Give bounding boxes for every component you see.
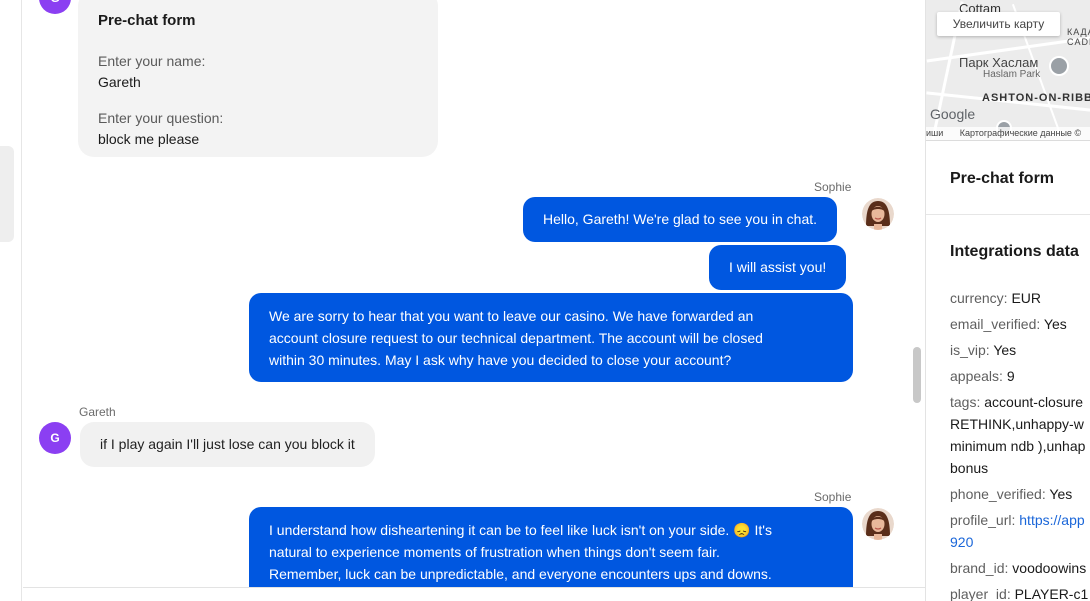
integration-tags: tags: account-closure RETHINK,unhappy-w … (950, 391, 1090, 479)
visitor-avatar: G (39, 0, 71, 14)
key: email_verified: (950, 316, 1041, 332)
prechat-title: Pre-chat form (98, 12, 196, 29)
visitor-avatar: G (39, 422, 71, 454)
map-widget[interactable]: Cottam Увеличить карту КАДА CADL Парк Ха… (926, 0, 1090, 141)
integration-profile-url: profile_url: https://app 920 (950, 509, 1090, 553)
key: player_id: (950, 586, 1011, 601)
question-label: Enter your question: (98, 110, 224, 126)
integration-currency: currency: EUR (950, 287, 1090, 309)
name-value: Gareth (98, 74, 141, 90)
key: profile_url: (950, 512, 1016, 528)
agent-message: I will assist you! (709, 245, 847, 290)
value: voodoowins (1012, 560, 1087, 576)
map-label: Haslam Park (983, 69, 1041, 80)
map-attribution: иши Картографические данные © (926, 127, 1090, 140)
left-rail (0, 0, 22, 601)
value-line: bonus (950, 460, 989, 476)
prechat-form-card: Pre-chat form Enter your name: Gareth En… (78, 0, 438, 157)
key: is_vip: (950, 342, 990, 358)
visitor-message: if I play again I'll just lose can you b… (80, 422, 375, 467)
value-line: RETHINK,unhappy-w (950, 416, 1084, 432)
agent-message: Hello, Gareth! We're glad to see you in … (523, 197, 838, 242)
message-line: natural to experience moments of frustra… (269, 544, 720, 560)
agent-name: Sophie (814, 490, 852, 504)
integrations-title[interactable]: Integrations data (950, 243, 1079, 261)
profile-link[interactable]: 920 (950, 534, 973, 550)
message-text: if I play again I'll just lose can you b… (100, 436, 355, 452)
enlarge-map-button[interactable]: Увеличить карту (937, 12, 1060, 36)
question-value: block me please (98, 131, 200, 147)
integration-is-vip: is_vip: Yes (950, 339, 1090, 361)
message-line: We are sorry to hear that you want to le… (269, 308, 754, 324)
map-attribution-left: иши (926, 128, 944, 138)
agent-name: Sophie (814, 180, 852, 194)
profile-link[interactable]: https://app (1019, 512, 1084, 528)
map-label: Парк Хаслам (959, 55, 1039, 70)
value: EUR (1011, 290, 1042, 306)
message-line: I understand how disheartening it can be… (269, 522, 772, 538)
agent-avatar (862, 508, 894, 540)
integration-phone-verified: phone_verified: Yes (950, 483, 1090, 505)
value: Yes (1049, 486, 1073, 502)
message-text: Hello, Gareth! We're glad to see you in … (543, 211, 818, 227)
value-line: minimum ndb ),unhap (950, 438, 1086, 454)
value: account-closure (984, 394, 1084, 410)
message-line: account closure request to our technical… (269, 330, 763, 346)
collapse-handle[interactable] (0, 146, 14, 242)
map-attribution-right[interactable]: Картографические данные © (960, 128, 1081, 138)
integration-brand-id: brand_id: voodoowins (950, 557, 1090, 579)
value: 9 (1006, 368, 1015, 384)
value: Yes (1043, 316, 1067, 332)
agent-avatar (862, 198, 894, 230)
name-label: Enter your name: (98, 53, 206, 69)
key: currency: (950, 290, 1008, 306)
chat-area: G Pre-chat form Enter your name: Gareth … (23, 0, 925, 601)
integration-player-id: player_id: PLAYER-c1 (950, 583, 1090, 601)
park-pin-icon (1049, 56, 1069, 76)
value: PLAYER-c1 (1014, 586, 1089, 601)
agent-message: We are sorry to hear that you want to le… (249, 293, 853, 382)
info-panel: Cottam Увеличить карту КАДА CADL Парк Ха… (925, 0, 1090, 601)
map-label: ASHTON-ON-RIBB (982, 92, 1090, 104)
message-line: Remember, luck can be unpredictable, and… (269, 566, 772, 582)
message-composer-edge[interactable] (23, 587, 925, 601)
map-label: КАДА (1067, 27, 1090, 37)
integration-email-verified: email_verified: Yes (950, 313, 1090, 335)
map-label: CADL (1067, 37, 1090, 47)
message-line: within 30 minutes. May I ask why have yo… (269, 352, 732, 368)
visitor-name: Gareth (79, 405, 116, 419)
google-logo: Google (930, 106, 976, 122)
key: phone_verified: (950, 486, 1046, 502)
value: Yes (993, 342, 1017, 358)
message-text: I will assist you! (729, 259, 827, 275)
key: appeals: (950, 368, 1003, 384)
key: tags: (950, 394, 981, 410)
chat-scrollbar[interactable] (913, 347, 921, 403)
integration-appeals: appeals: 9 (950, 365, 1090, 387)
key: brand_id: (950, 560, 1009, 576)
panel-divider (926, 214, 1090, 215)
panel-prechat-title[interactable]: Pre-chat form (950, 170, 1054, 188)
